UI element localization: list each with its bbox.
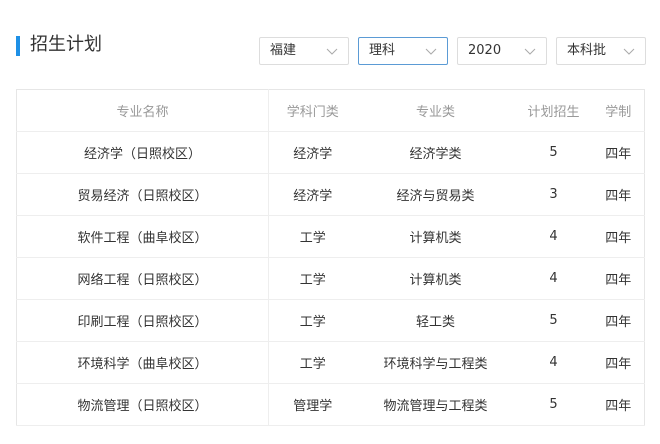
chevron-down-icon	[623, 48, 635, 55]
cell-discipline: 经济学	[268, 131, 357, 174]
cell-major-name: 物流管理（日照校区）	[16, 383, 269, 426]
cell-major-category: 计算机类	[356, 257, 515, 300]
cell-planned-enrollment: 5	[514, 383, 593, 426]
cell-discipline: 工学	[268, 299, 357, 342]
cell-major-category: 环境科学与工程类	[356, 341, 515, 384]
cell-discipline: 经济学	[268, 173, 357, 216]
enrollment-plan-table: 专业名称 学科门类 专业类 计划招生 学制 经济学（日照校区） 经济学 经济学类…	[16, 89, 645, 426]
cell-planned-enrollment: 5	[514, 299, 593, 342]
table-row: 贸易经济（日照校区） 经济学 经济与贸易类 3 四年	[16, 173, 645, 216]
cell-major-category: 经济学类	[356, 131, 515, 174]
cell-major-name: 贸易经济（日照校区）	[16, 173, 269, 216]
cell-major-category: 物流管理与工程类	[356, 383, 515, 426]
cell-major-name: 软件工程（曲阜校区）	[16, 215, 269, 258]
province-select[interactable]: 福建	[259, 37, 349, 65]
cell-major-name: 经济学（日照校区）	[16, 131, 269, 174]
cell-major-name: 网络工程（日照校区）	[16, 257, 269, 300]
header-discipline: 学科门类	[268, 89, 357, 132]
table-row: 网络工程（日照校区） 工学 计算机类 4 四年	[16, 257, 645, 300]
table-row: 软件工程（曲阜校区） 工学 计算机类 4 四年	[16, 215, 645, 258]
cell-planned-enrollment: 3	[514, 173, 593, 216]
table-row: 物流管理（日照校区） 管理学 物流管理与工程类 5 四年	[16, 383, 645, 426]
chevron-down-icon	[524, 48, 536, 55]
cell-duration: 四年	[592, 215, 645, 258]
cell-major-name: 印刷工程（日照校区）	[16, 299, 269, 342]
cell-planned-enrollment: 4	[514, 215, 593, 258]
cell-discipline: 工学	[268, 215, 357, 258]
table-header-row: 专业名称 学科门类 专业类 计划招生 学制	[16, 89, 645, 132]
batch-select-value: 本科批	[567, 43, 607, 58]
cell-duration: 四年	[592, 341, 645, 384]
header-planned-enrollment: 计划招生	[514, 89, 593, 132]
cell-discipline: 工学	[268, 257, 357, 300]
table-row: 环境科学（曲阜校区） 工学 环境科学与工程类 4 四年	[16, 341, 645, 384]
header-major-name: 专业名称	[16, 89, 269, 132]
cell-planned-enrollment: 4	[514, 341, 593, 384]
header-major-category: 专业类	[356, 89, 515, 132]
cell-duration: 四年	[592, 173, 645, 216]
year-select[interactable]: 2020	[457, 37, 547, 65]
year-select-value: 2020	[468, 43, 502, 58]
chevron-down-icon	[425, 48, 437, 55]
cell-duration: 四年	[592, 383, 645, 426]
cell-major-category: 计算机类	[356, 215, 515, 258]
cell-discipline: 管理学	[268, 383, 357, 426]
table-row: 经济学（日照校区） 经济学 经济学类 5 四年	[16, 131, 645, 174]
cell-major-category: 经济与贸易类	[356, 173, 515, 216]
cell-discipline: 工学	[268, 341, 357, 384]
cell-planned-enrollment: 5	[514, 131, 593, 174]
cell-duration: 四年	[592, 299, 645, 342]
subject-select-value: 理科	[369, 43, 396, 58]
province-select-value: 福建	[270, 43, 297, 58]
batch-select[interactable]: 本科批	[556, 37, 646, 65]
cell-major-name: 环境科学（曲阜校区）	[16, 341, 269, 384]
chevron-down-icon	[326, 48, 338, 55]
subject-select[interactable]: 理科	[358, 37, 448, 65]
cell-major-category: 轻工类	[356, 299, 515, 342]
title-accent-bar	[16, 36, 20, 56]
header-duration: 学制	[592, 89, 645, 132]
table-row: 印刷工程（日照校区） 工学 轻工类 5 四年	[16, 299, 645, 342]
cell-planned-enrollment: 4	[514, 257, 593, 300]
page-title: 招生计划	[30, 34, 102, 55]
cell-duration: 四年	[592, 131, 645, 174]
cell-duration: 四年	[592, 257, 645, 300]
